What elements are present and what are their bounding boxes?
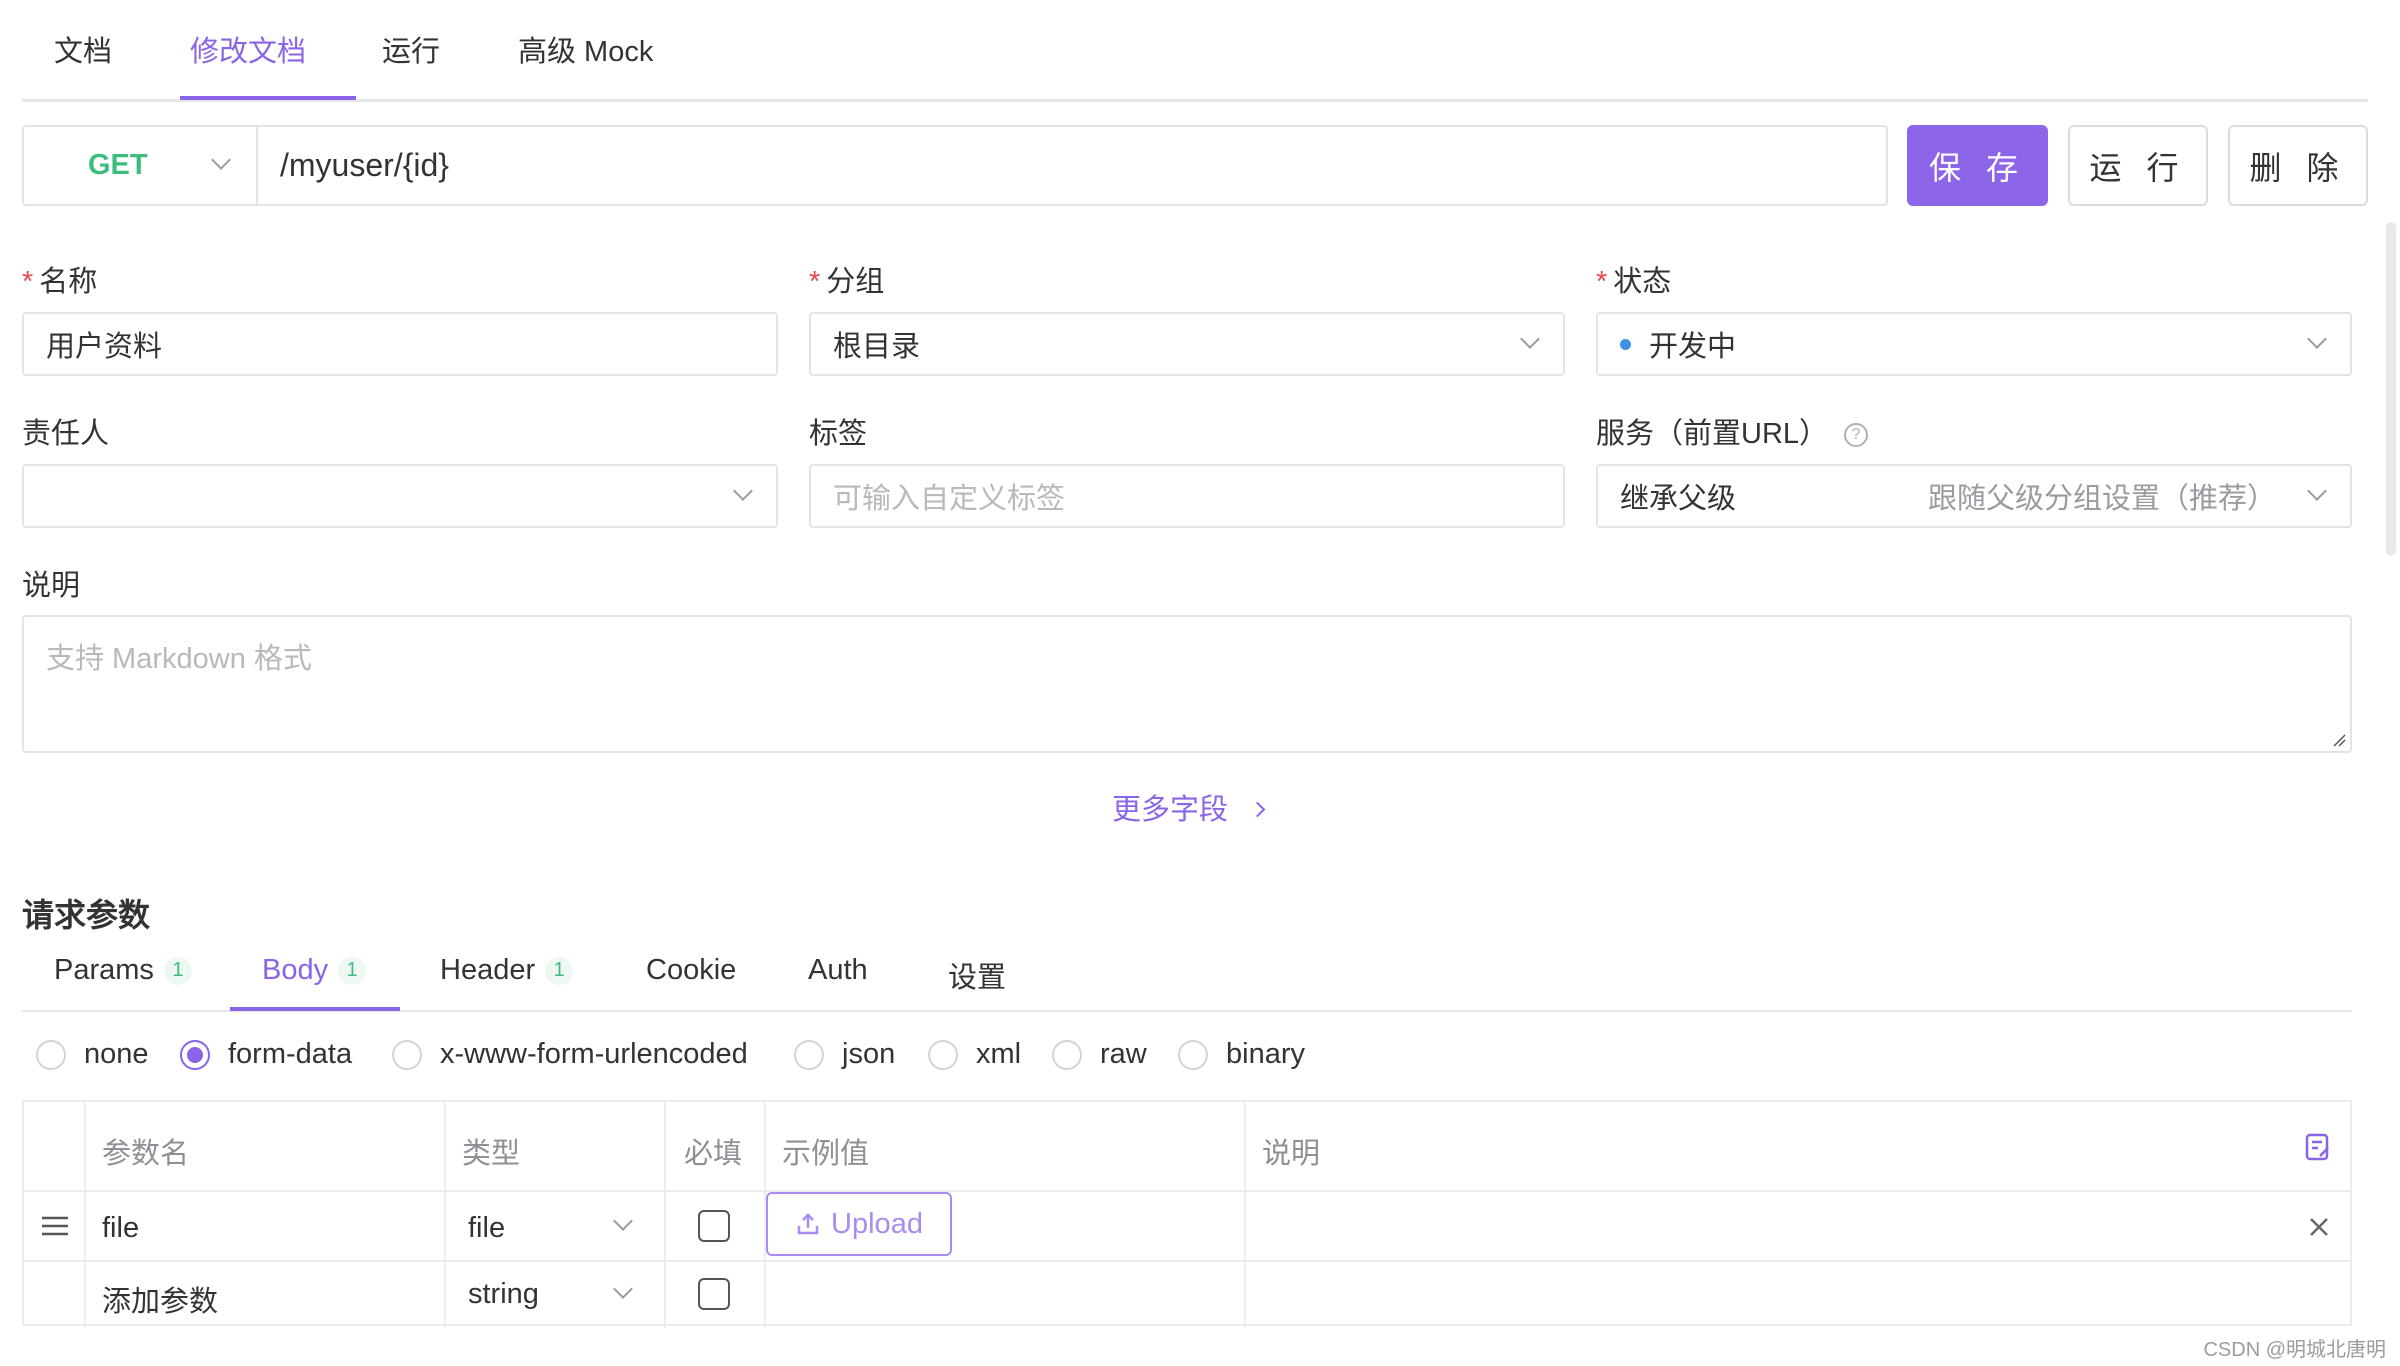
column-divider: [1244, 1102, 1246, 1328]
radio-xml[interactable]: xml: [928, 1038, 1021, 1071]
required-mark: *: [22, 266, 34, 298]
param-type-select[interactable]: file: [468, 1212, 505, 1245]
tab-auth[interactable]: Auth: [808, 954, 868, 987]
new-param-type-select[interactable]: string: [468, 1278, 539, 1311]
status-value: 开发中: [1649, 331, 1737, 363]
watermark: CSDN @明城北唐明: [2203, 1339, 2386, 1361]
name-label: * 名称: [22, 266, 98, 298]
chevron-down-icon: [613, 1211, 633, 1231]
radio-binary[interactable]: binary: [1178, 1038, 1305, 1071]
run-button[interactable]: 运 行: [2068, 125, 2208, 206]
owner-label: 责任人: [22, 418, 110, 450]
header-type: 类型: [462, 1138, 521, 1170]
tab-run[interactable]: 运行: [382, 28, 440, 70]
radio-circle: [36, 1039, 66, 1070]
radio-x-www-form-urlencoded[interactable]: x-www-form-urlencoded: [392, 1038, 748, 1071]
service-select[interactable]: 继承父级 跟随父级分组设置（推荐）: [1596, 464, 2352, 528]
chevron-down-icon: [2307, 481, 2327, 501]
radio-circle: [928, 1039, 958, 1070]
row-divider: [24, 1260, 2350, 1262]
required-mark: *: [809, 266, 821, 298]
column-divider: [444, 1102, 446, 1328]
count-badge: 1: [545, 956, 574, 985]
radio-json[interactable]: json: [794, 1038, 895, 1071]
header-description: 说明: [1262, 1138, 1321, 1170]
param-tab-bar: Params 1 Body 1 Header 1 Cookie Auth 设置: [22, 940, 2352, 1012]
description-placeholder: 支持 Markdown 格式: [46, 643, 312, 675]
tab-doc[interactable]: 文档: [54, 28, 112, 70]
status-dot-icon: [1620, 338, 1631, 350]
count-badge: 1: [338, 956, 367, 985]
help-icon[interactable]: ?: [1844, 423, 1869, 448]
upload-button[interactable]: Upload: [766, 1192, 952, 1256]
method-label: GET: [88, 149, 148, 181]
name-value: 用户资料: [46, 331, 163, 363]
tab-header[interactable]: Header 1: [440, 954, 574, 987]
chevron-down-icon: [613, 1279, 633, 1299]
add-param-input[interactable]: 添加参数: [102, 1278, 218, 1320]
name-input[interactable]: 用户资料: [22, 312, 778, 376]
radio-circle: [794, 1039, 824, 1070]
delete-button[interactable]: 删 除: [2228, 125, 2368, 206]
tab-params[interactable]: Params 1: [54, 954, 192, 987]
param-name-cell[interactable]: file: [102, 1212, 139, 1245]
close-icon[interactable]: [2308, 1216, 2330, 1238]
tab-settings[interactable]: 设置: [948, 954, 1006, 996]
chevron-down-icon: [733, 481, 753, 501]
count-badge: 1: [163, 956, 192, 985]
radio-none[interactable]: none: [36, 1038, 149, 1071]
group-select[interactable]: 根目录: [809, 312, 1565, 376]
header-param-name: 参数名: [102, 1138, 190, 1170]
radio-circle: [1178, 1039, 1208, 1070]
status-label: * 状态: [1596, 266, 1672, 298]
upload-icon: [797, 1213, 819, 1235]
tags-label: 标签: [809, 418, 868, 450]
params-table: 参数名 类型 必填 示例值 说明 file file Upload 添加参数 s…: [22, 1100, 2352, 1328]
scrollbar[interactable]: [2386, 222, 2396, 556]
tags-placeholder: 可输入自定义标签: [833, 483, 1066, 515]
bulk-edit-icon[interactable]: [2304, 1132, 2332, 1162]
header-required: 必填: [684, 1138, 743, 1170]
group-label: * 分组: [809, 266, 885, 298]
radio-form-data[interactable]: form-data: [180, 1038, 352, 1071]
active-tab-indicator: [180, 96, 356, 100]
tab-cookie[interactable]: Cookie: [646, 954, 736, 987]
save-button[interactable]: 保 存: [1907, 125, 2048, 206]
url-input[interactable]: /myuser/{id}: [256, 125, 1888, 206]
params-section-title: 请求参数: [22, 897, 151, 933]
row-divider: [24, 1190, 2350, 1192]
method-select[interactable]: GET: [22, 125, 258, 206]
description-label: 说明: [22, 570, 81, 602]
required-checkbox[interactable]: [698, 1278, 730, 1310]
radio-checked-icon: [180, 1039, 210, 1070]
drag-handle-icon[interactable]: [40, 1214, 70, 1238]
radio-raw[interactable]: raw: [1052, 1038, 1147, 1071]
column-divider: [664, 1102, 666, 1328]
chevron-down-icon: [211, 150, 231, 170]
description-textarea[interactable]: 支持 Markdown 格式: [22, 615, 2352, 753]
chevron-right-icon: [1249, 801, 1266, 818]
radio-circle: [392, 1039, 422, 1070]
radio-circle: [1052, 1039, 1082, 1070]
column-divider: [84, 1102, 86, 1328]
top-tab-bar: 文档 修改文档 运行 高级 Mock: [22, 0, 2368, 102]
service-label: 服务（前置URL）?: [1596, 410, 1869, 452]
active-param-tab-indicator: [230, 1007, 400, 1011]
owner-select[interactable]: [22, 464, 778, 528]
group-value: 根目录: [833, 331, 921, 363]
tags-input[interactable]: 可输入自定义标签: [809, 464, 1565, 528]
status-select[interactable]: 开发中: [1596, 312, 2352, 376]
service-hint: 跟随父级分组设置（推荐）: [1927, 483, 2276, 515]
tab-body[interactable]: Body 1: [262, 954, 367, 987]
resize-grip-icon[interactable]: [2332, 733, 2346, 747]
required-checkbox[interactable]: [698, 1210, 730, 1242]
chevron-down-icon: [2307, 329, 2327, 349]
chevron-down-icon: [1520, 329, 1540, 349]
tab-edit-doc[interactable]: 修改文档: [190, 28, 306, 70]
required-mark: *: [1596, 266, 1608, 298]
tab-advanced-mock[interactable]: 高级 Mock: [518, 28, 653, 70]
header-example: 示例值: [782, 1138, 870, 1170]
more-fields-link[interactable]: 更多字段: [1112, 786, 1266, 828]
service-value: 继承父级: [1620, 483, 1737, 515]
